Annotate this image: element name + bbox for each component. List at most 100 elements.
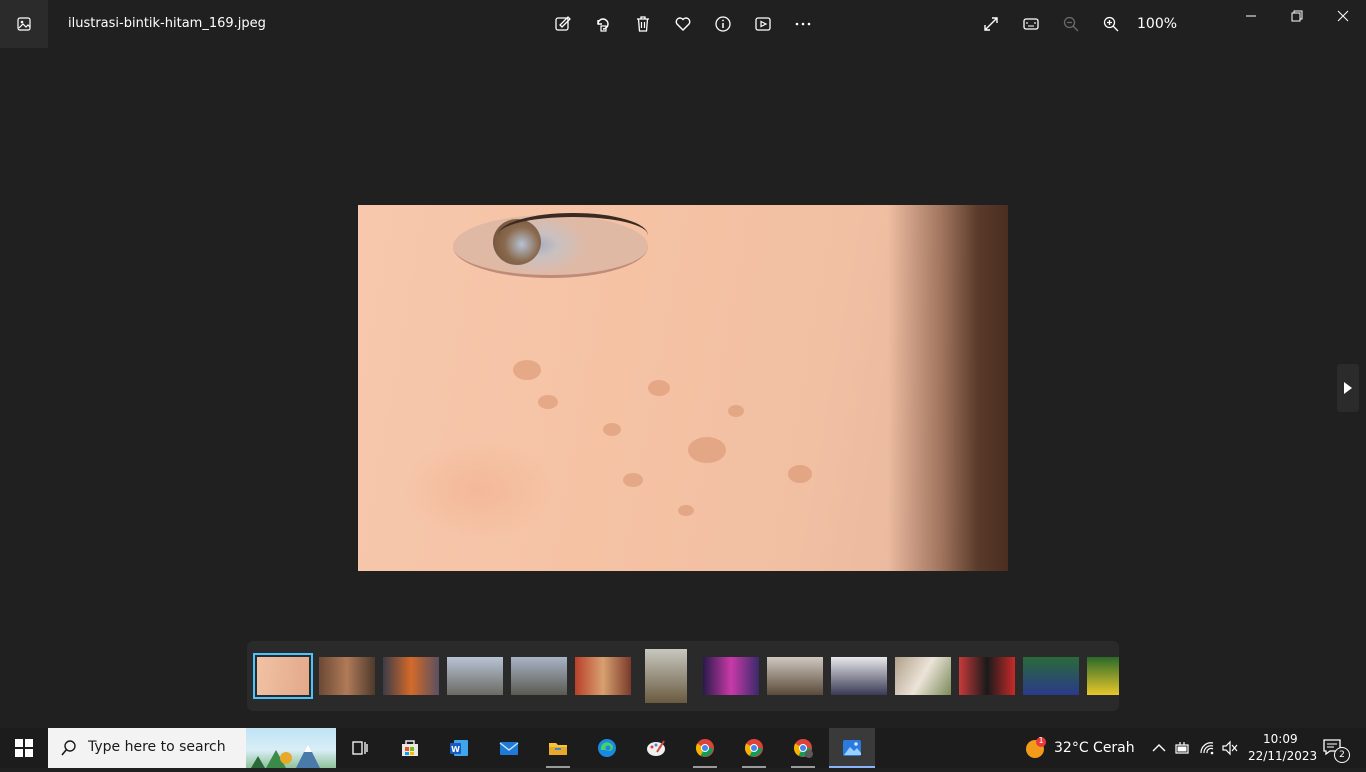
- filmstrip-thumb[interactable]: [253, 653, 313, 699]
- zoom-in-icon: [1103, 16, 1119, 32]
- filmstrip-thumb[interactable]: [383, 657, 439, 695]
- mail-icon: [499, 742, 519, 755]
- favorite-button[interactable]: [668, 10, 698, 38]
- filmstrip-thumb[interactable]: [1087, 657, 1119, 695]
- weather-widget-icon[interactable]: 1: [1024, 736, 1046, 759]
- filmstrip-thumb[interactable]: [645, 649, 687, 703]
- taskbar-app-edge[interactable]: [584, 728, 630, 768]
- restore-button[interactable]: [1274, 0, 1320, 32]
- chrome-icon: [744, 739, 763, 757]
- minimize-button[interactable]: [1228, 0, 1274, 32]
- taskbar-app-paint[interactable]: [633, 728, 679, 768]
- filmstrip-thumb[interactable]: [767, 657, 823, 695]
- slideshow-icon: [755, 17, 771, 31]
- task-view-button[interactable]: [337, 728, 383, 768]
- close-icon: [1337, 10, 1349, 22]
- taskbar-app-chrome-2[interactable]: [731, 728, 777, 768]
- wifi-icon[interactable]: [1198, 739, 1216, 757]
- delete-button[interactable]: [628, 10, 658, 38]
- weather-text[interactable]: 32°C Cerah: [1054, 740, 1135, 756]
- rotate-icon: [597, 18, 609, 32]
- file-name: ilustrasi-bintik-hitam_169.jpeg: [68, 16, 266, 31]
- filmstrip-thumb[interactable]: [703, 657, 759, 695]
- favorite-icon: [675, 17, 691, 31]
- zoom-in-button[interactable]: [1096, 10, 1126, 38]
- search-highlight-illustration: [246, 728, 336, 768]
- taskbar-app-photos[interactable]: [829, 728, 875, 768]
- search-icon: [61, 740, 76, 756]
- play-right-icon: [1344, 382, 1352, 394]
- search-placeholder: Type here to search: [88, 739, 226, 755]
- photo-spot: [688, 437, 726, 463]
- photo-spot: [623, 473, 643, 487]
- close-button[interactable]: [1320, 0, 1366, 32]
- battery-icon[interactable]: [1173, 739, 1191, 757]
- zoom-out-button[interactable]: [1056, 10, 1086, 38]
- taskbar-app-word[interactable]: W: [436, 728, 482, 768]
- filmstrip-thumb[interactable]: [447, 657, 503, 695]
- minimize-icon: [1246, 15, 1256, 17]
- file-explorer-icon: [549, 743, 567, 755]
- filmstrip-thumb[interactable]: [831, 657, 887, 695]
- photo-spot: [788, 465, 812, 483]
- image-icon: [17, 17, 31, 31]
- zoom-level[interactable]: 100%: [1137, 16, 1177, 32]
- filmstrip-thumb[interactable]: [511, 657, 567, 695]
- notification-center-button[interactable]: 2: [1322, 738, 1350, 763]
- clock-time[interactable]: 10:09: [1263, 732, 1298, 746]
- edit-image-button[interactable]: [548, 10, 578, 38]
- chrome-icon: [793, 739, 813, 758]
- chevron-up-icon[interactable]: [1150, 739, 1168, 757]
- main-photo: [358, 205, 1008, 571]
- photo-spot: [728, 405, 744, 417]
- photos-icon: [843, 740, 861, 756]
- info-icon: [715, 16, 731, 32]
- fit-window-button[interactable]: [1016, 10, 1046, 38]
- taskbar-app-chrome-1[interactable]: [682, 728, 728, 768]
- edit-image-icon: [555, 16, 571, 31]
- more-icon: [795, 22, 811, 26]
- chrome-icon: [695, 739, 714, 757]
- speaker-muted-icon[interactable]: [1221, 739, 1239, 757]
- fit-window-icon: [1023, 18, 1039, 30]
- slideshow-button[interactable]: [748, 10, 778, 38]
- taskbar-app-file-explorer[interactable]: [535, 728, 581, 768]
- clock-date[interactable]: 22/11/2023: [1248, 749, 1317, 763]
- filmstrip-thumb[interactable]: [895, 657, 951, 695]
- more-options-button[interactable]: [788, 10, 818, 38]
- taskbar-app-mail[interactable]: [486, 728, 532, 768]
- taskbar-search-box[interactable]: Type here to search: [48, 728, 336, 768]
- fullscreen-icon: [984, 17, 998, 31]
- title-bar: ilustrasi-bintik-hitam_169.jpeg 100%: [0, 0, 1366, 48]
- zoom-out-icon: [1063, 16, 1079, 32]
- filmstrip-thumb[interactable]: [319, 657, 375, 695]
- task-view-icon: [352, 741, 368, 755]
- photos-app-icon[interactable]: [0, 0, 48, 48]
- taskbar-app-store[interactable]: [387, 728, 433, 768]
- notification-count: 2: [1334, 747, 1350, 763]
- taskbar-app-chrome-3[interactable]: [780, 728, 826, 768]
- restore-icon: [1291, 10, 1303, 22]
- windows-logo-icon: [15, 739, 33, 757]
- photo-hair-region: [888, 205, 1008, 571]
- svg-text:W: W: [451, 745, 460, 754]
- filmstrip-thumb[interactable]: [1023, 657, 1079, 695]
- rotate-button[interactable]: [588, 10, 618, 38]
- filmstrip: [247, 641, 1119, 711]
- filmstrip-thumb[interactable]: [575, 657, 631, 695]
- start-button[interactable]: [0, 728, 48, 768]
- photo-spot: [648, 380, 670, 396]
- next-image-button[interactable]: [1337, 364, 1359, 412]
- microsoft-store-icon: [402, 740, 418, 756]
- filmstrip-thumb[interactable]: [959, 657, 1015, 695]
- fullscreen-button[interactable]: [976, 10, 1006, 38]
- photo-eyelashes: [498, 213, 648, 257]
- photo-spot: [603, 423, 621, 436]
- photo-spot: [678, 505, 694, 516]
- info-button[interactable]: [708, 10, 738, 38]
- edge-icon: [598, 739, 616, 757]
- word-icon: W: [450, 740, 468, 756]
- photo-spot: [513, 360, 541, 380]
- weather-badge: 1: [1038, 736, 1044, 745]
- delete-icon: [637, 16, 649, 32]
